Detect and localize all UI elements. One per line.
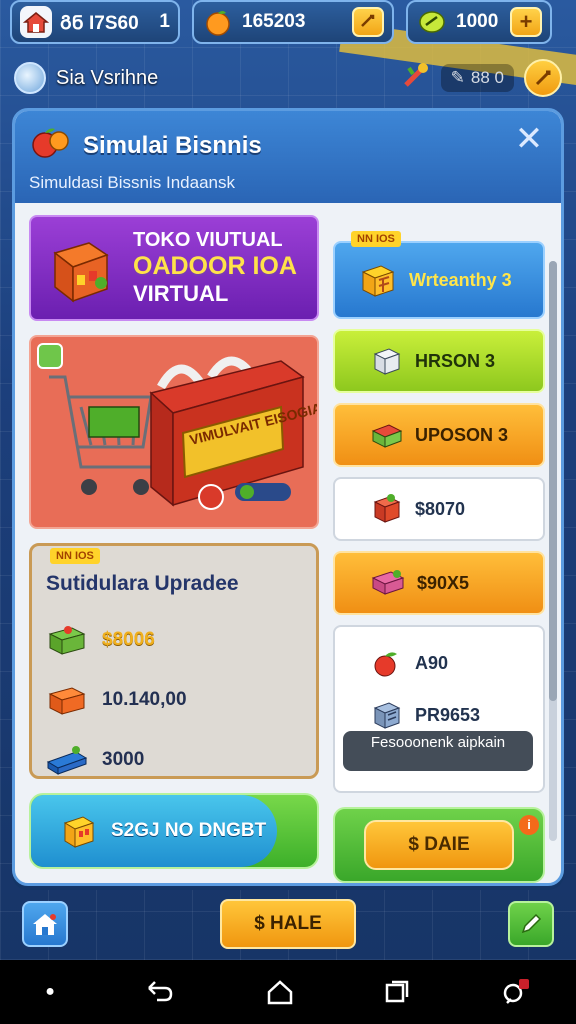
home-value: ᲒᲜ I7S60 — [60, 13, 139, 34]
info-icon[interactable]: i — [519, 815, 539, 835]
store-scene-illustration[interactable]: VIMULVAIT EISOGIA — [29, 335, 319, 529]
lightning-icon — [535, 70, 551, 86]
pencil-icon — [521, 913, 542, 934]
dng-action-button[interactable]: S2GJ NO DNGBT — [29, 793, 319, 869]
banner-line-2: OADOOR IOA — [133, 252, 297, 280]
home-badge: 1 — [159, 11, 170, 32]
gift-box-icon — [63, 816, 95, 848]
upgrade-row[interactable]: $8006 — [46, 610, 302, 670]
item-list: A90 PR9653 Fesooonenk aipkain — [333, 625, 545, 793]
hrson-button[interactable]: HRSON 3 — [333, 329, 545, 393]
orange-crate-icon — [48, 687, 86, 715]
fruit-basket-icon — [29, 125, 73, 166]
home-nav-icon[interactable] — [266, 979, 294, 1005]
recents-icon[interactable] — [384, 979, 410, 1005]
upgrade-value-1: $8006 — [102, 629, 155, 650]
location-label: Sia Vsrihne — [56, 66, 159, 89]
coins-pill[interactable]: 165203 — [192, 0, 394, 44]
red-crate-icon — [373, 494, 401, 523]
upgrade-title: Sutidulara Upradee — [46, 572, 239, 595]
home-button[interactable] — [22, 901, 68, 947]
banner-line-1: TOKO VIUTUAL — [133, 229, 283, 251]
business-sim-panel: Simulai Bisnnis Simuldasi Bissnis Indaan… — [12, 108, 564, 886]
pink-crate-icon — [371, 570, 405, 595]
gem-icon — [416, 6, 448, 38]
panel-subtitle: Simuldasi Bissnis Indaansk — [29, 173, 235, 192]
apple-icon — [374, 652, 397, 677]
left-column: TOKO VIUTUAL OADOOR IOA VIRTUAL VIMULVAI… — [29, 215, 319, 869]
price-label-2: $90X5 — [417, 572, 470, 593]
right-column: NN IOS Wrteanthy 3 HRSON 3 UPOSON 3 $807… — [333, 215, 545, 883]
cake-box-icon — [371, 424, 403, 448]
home-resource-pill[interactable]: ᲒᲜ I7S60 1 — [10, 0, 180, 44]
list-value-1: A90 — [415, 652, 449, 673]
virtual-store-banner[interactable]: TOKO VIUTUAL OADOOR IOA VIRTUAL — [29, 215, 319, 321]
tool-icon — [401, 60, 431, 96]
assistant-icon[interactable] — [501, 977, 531, 1007]
boost-button[interactable] — [524, 59, 562, 97]
location-icon[interactable] — [14, 62, 46, 94]
price-label-1: $8070 — [415, 498, 466, 519]
scene-corner-icon — [37, 343, 63, 369]
list-item[interactable]: A90 — [371, 637, 543, 689]
orange-fruit-icon — [202, 6, 234, 38]
list-value-2: PR9653 — [415, 704, 481, 725]
edit-button[interactable] — [508, 901, 554, 947]
gems-add-button[interactable]: + — [510, 7, 542, 37]
price-button-2[interactable]: $90X5 — [333, 551, 545, 615]
back-icon[interactable] — [145, 980, 175, 1004]
game-bottom-nav: $ HALE — [0, 888, 576, 960]
house-icon — [20, 6, 52, 38]
wrteanthy-tag: NN IOS — [351, 231, 401, 247]
upgrade-row[interactable]: 10.140,00 — [46, 670, 302, 730]
gems-pill[interactable]: 1000 + — [406, 0, 552, 44]
close-button[interactable]: ✕ — [511, 121, 547, 157]
coins-add-button[interactable] — [352, 7, 384, 37]
coins-value: 165203 — [242, 11, 306, 32]
upgrade-card[interactable]: NN IOS Sutidulara Upradee $8006 10.140,0… — [29, 543, 319, 779]
location-bar: Sia Vsrihne ✎ 88 0 — [14, 56, 562, 100]
shopping-cart-scene-icon: VIMULVAIT EISOGIA — [49, 356, 317, 510]
produce-crate-icon — [48, 626, 86, 655]
upgrade-value-3: 3000 — [102, 749, 145, 770]
panel-header: Simulai Bisnnis Simuldasi Bissnis Indaan… — [15, 111, 561, 203]
upgrade-value-2: 10.140,00 — [102, 689, 187, 710]
upgrade-row[interactable]: 3000 — [46, 730, 302, 790]
upgrade-tag: NN IOS — [50, 548, 100, 564]
uposon-label: UPOSON 3 — [415, 424, 509, 445]
home-icon — [33, 914, 57, 935]
fesooonenk-button[interactable]: Fesooonenk aipkain — [343, 731, 533, 771]
gems-value: 1000 — [456, 11, 499, 32]
price-button-1[interactable]: $8070 — [333, 477, 545, 541]
stat-value: 88 0 — [470, 68, 504, 87]
white-box-icon — [373, 348, 401, 375]
top-status-bar: ᲒᲜ I7S60 1 165203 1000 + — [10, 0, 566, 46]
wrteanthy-button[interactable]: NN IOS Wrteanthy 3 — [333, 231, 545, 319]
dng-action-label: S2GJ NO DNGBT — [111, 820, 267, 841]
system-navigation-bar: ● — [0, 960, 576, 1024]
banner-line-3: VIRTUAL — [133, 281, 229, 306]
stat-counter: ✎ 88 0 — [440, 64, 514, 92]
store-box-icon — [41, 227, 123, 309]
sale-button[interactable]: $ HALE — [220, 899, 356, 949]
hrson-label: HRSON 3 — [415, 350, 496, 371]
crate-icon — [373, 702, 401, 729]
blue-tray-icon — [46, 746, 88, 775]
uposon-button[interactable]: UPOSON 3 — [333, 403, 545, 467]
panel-title: Simulai Bisnnis — [83, 131, 262, 159]
daie-button-frame[interactable]: i $ DAIE — [333, 807, 545, 883]
pencil-icon: ✎ — [450, 68, 465, 87]
scrollbar[interactable] — [549, 261, 557, 841]
scrollbar-thumb[interactable] — [549, 261, 557, 701]
dot-icon[interactable]: ● — [45, 983, 55, 1001]
grid-crate-icon — [361, 265, 395, 297]
daie-button[interactable]: $ DAIE — [364, 820, 514, 870]
wrteanthy-label: Wrteanthy 3 — [409, 269, 512, 290]
